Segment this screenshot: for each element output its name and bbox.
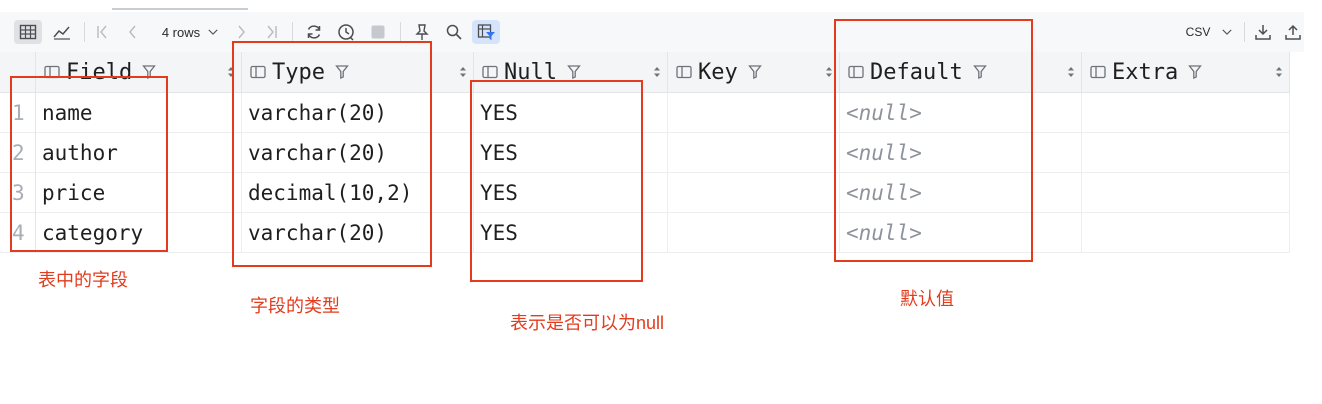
annotation-note-null: 表示是否可以为null (510, 313, 665, 333)
filter-table-icon[interactable] (472, 20, 500, 44)
annotation-box-null (470, 80, 643, 282)
column-header-extra[interactable]: Extra (1082, 52, 1290, 92)
download-icon[interactable] (1252, 20, 1274, 44)
column-name: Key (698, 59, 738, 85)
filter-icon[interactable] (1188, 64, 1203, 80)
annotation-note-default: 默认值 (900, 289, 954, 309)
annotation-box-default (834, 19, 1033, 262)
table-row[interactable]: 4 category varchar(20) YES <null> (0, 213, 1290, 253)
sort-icon[interactable] (459, 66, 467, 78)
toolbar-separator (84, 22, 85, 42)
cell-key[interactable] (668, 133, 840, 173)
cell-extra[interactable] (1082, 213, 1290, 253)
rows-label: 4 rows (161, 24, 201, 40)
tab-indicator (112, 8, 248, 10)
column-icon (676, 65, 692, 79)
sort-icon[interactable] (825, 66, 833, 78)
upload-icon[interactable] (1282, 20, 1304, 44)
annotation-box-type (232, 41, 432, 267)
sort-icon[interactable] (1067, 66, 1075, 78)
toolbar-separator (292, 22, 293, 42)
table-row[interactable]: 3 price decimal(10,2) YES <null> (0, 173, 1290, 213)
previous-page-icon[interactable] (122, 20, 144, 44)
export-format-label: CSV (1185, 25, 1211, 39)
column-header-key[interactable]: Key (668, 52, 840, 92)
toolbar-separator (1244, 22, 1245, 42)
rows-selector[interactable]: 4 rows (158, 20, 224, 44)
toolbar: 4 rows CSV (0, 12, 1304, 52)
chevron-down-icon (208, 29, 218, 35)
annotation-note-type: 字段的类型 (250, 296, 340, 316)
toolbar-separator (400, 22, 401, 42)
cell-extra[interactable] (1082, 173, 1290, 213)
chevron-down-icon (1222, 29, 1232, 35)
search-icon[interactable] (442, 20, 466, 44)
sort-icon[interactable] (1275, 66, 1283, 78)
export-format-selector[interactable]: CSV (1184, 20, 1236, 44)
grid-header: Field Type Null Key Default Extra (0, 52, 1290, 93)
column-icon (1090, 65, 1106, 79)
filter-icon[interactable] (567, 64, 581, 80)
table-view-icon[interactable] (14, 20, 42, 44)
table-row[interactable]: 2 author varchar(20) YES <null> (0, 133, 1290, 173)
cell-key[interactable] (668, 213, 840, 253)
cell-extra[interactable] (1082, 93, 1290, 133)
annotation-note-field: 表中的字段 (38, 270, 128, 290)
column-icon (482, 65, 498, 79)
first-page-icon[interactable] (92, 20, 114, 44)
table-row[interactable]: 1 name varchar(20) YES <null> (0, 93, 1290, 133)
cell-extra[interactable] (1082, 133, 1290, 173)
column-name: Extra (1112, 59, 1179, 85)
cell-key[interactable] (668, 93, 840, 133)
chart-view-icon[interactable] (50, 20, 74, 44)
cell-key[interactable] (668, 173, 840, 213)
annotation-box-field (10, 76, 168, 252)
sort-icon[interactable] (653, 66, 661, 78)
filter-icon[interactable] (747, 64, 762, 80)
